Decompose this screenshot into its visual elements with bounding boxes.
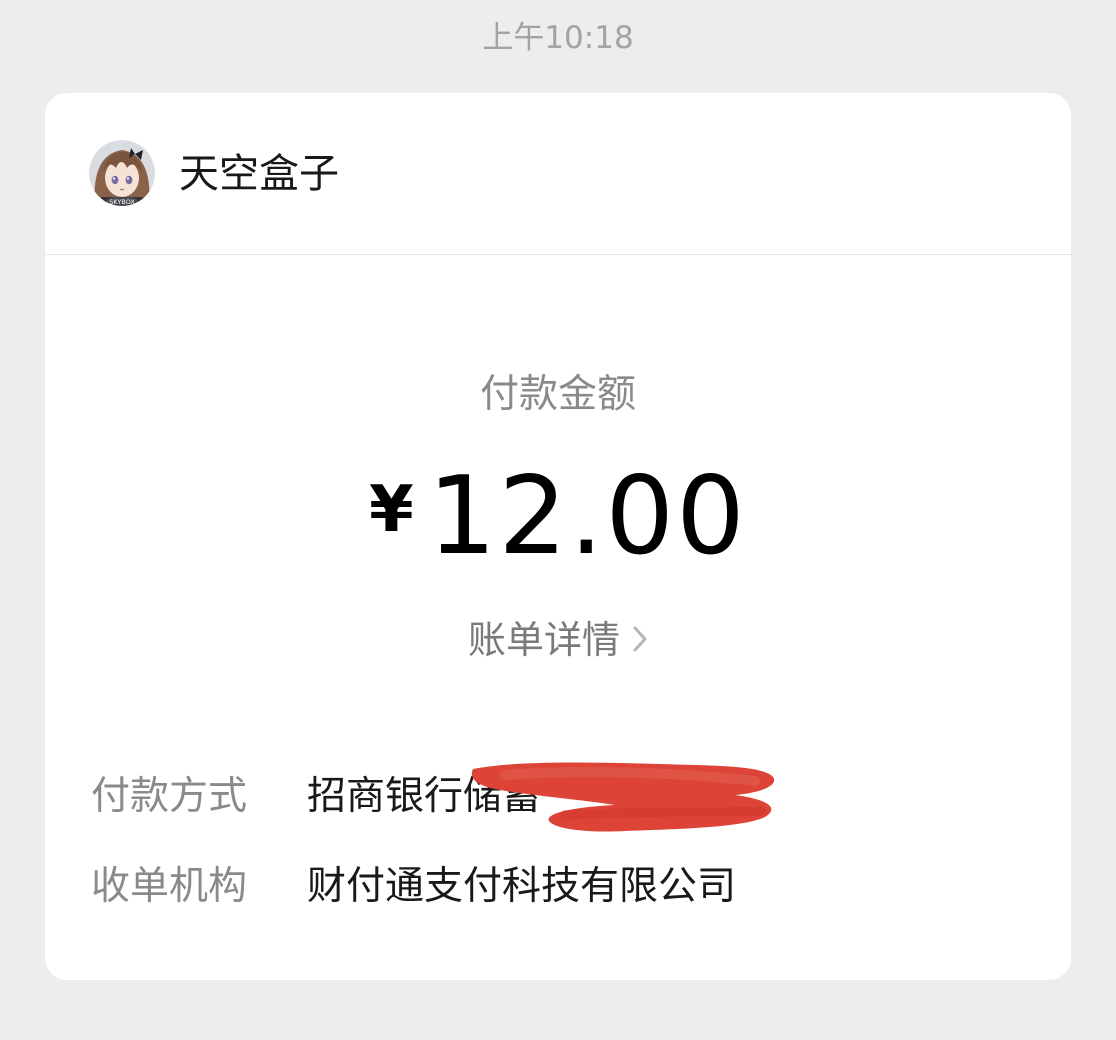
payment-receipt-screen: 上午10:18 SKYBOX 天空盒子 付款金额 ¥ 12.00 账单详情 付款… [0,0,1116,1040]
merchant-name[interactable]: 天空盒子 [179,149,339,199]
bill-details-label: 账单详情 [467,618,620,662]
message-timestamp: 上午10:18 [482,20,634,56]
payment-amount: ¥12.00 [45,457,1071,577]
merchant-header[interactable]: SKYBOX 天空盒子 [45,93,1071,255]
acquirer-label: 收单机构 [91,864,248,909]
anime-character-avatar-icon: SKYBOX [89,140,155,206]
currency-symbol: ¥ [369,473,414,547]
amount-value: 12.00 [427,454,747,579]
chevron-right-icon [632,615,648,665]
bill-details-link[interactable]: 账单详情 [45,615,1071,665]
amount-label: 付款金额 [479,372,636,417]
avatar-caption: SKYBOX [109,198,135,206]
merchant-avatar[interactable]: SKYBOX [89,140,155,206]
payment-method-label: 付款方式 [91,774,248,819]
redaction-scribble [471,762,775,832]
acquirer-value: 财付通支付科技有限公司 [307,864,737,909]
payment-card[interactable]: SKYBOX 天空盒子 付款金额 ¥12.00 账单详情 付款方式 招商银行储蓄… [45,93,1071,980]
